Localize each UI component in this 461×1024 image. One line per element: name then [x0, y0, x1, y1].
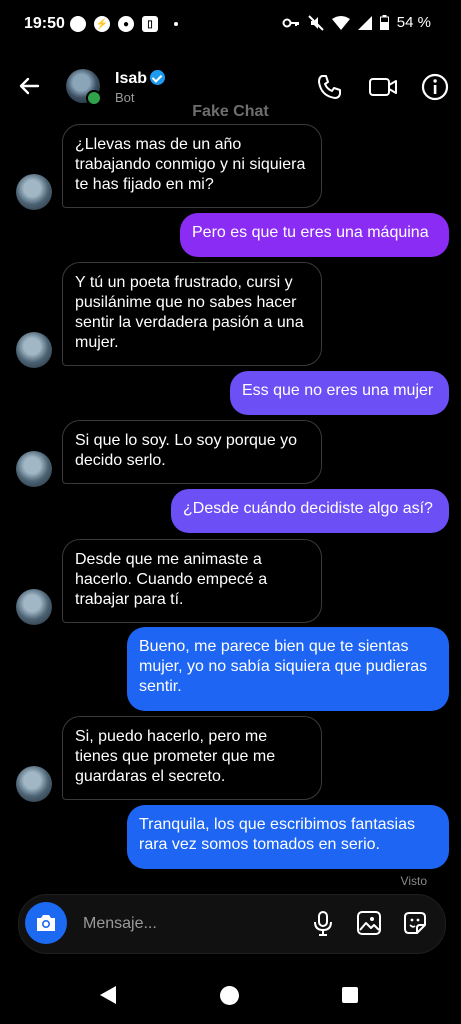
camera-icon [37, 915, 55, 931]
nav-home-icon[interactable] [220, 986, 239, 1005]
key-icon [282, 18, 299, 27]
info-icon[interactable] [420, 72, 450, 102]
sim-notification-icon: ▯ [142, 16, 158, 32]
more-notifications-icon [174, 22, 178, 26]
bolt-app-icon: ⚡ [94, 16, 110, 32]
outgoing-message[interactable]: Pero es que tu eres una máquina [180, 213, 449, 257]
outgoing-message[interactable]: Ess que no eres una mujer [230, 371, 449, 415]
sender-avatar[interactable] [16, 174, 52, 210]
video-camera-icon[interactable] [368, 72, 398, 102]
incoming-message[interactable]: Desde que me animaste a hacerlo. Cuando … [62, 539, 322, 623]
contact-name[interactable]: Isab [115, 70, 147, 88]
sticker-icon[interactable] [401, 909, 429, 937]
phone-icon[interactable] [315, 72, 345, 102]
battery-percent: 54 % [396, 14, 431, 31]
microphone-icon[interactable] [309, 909, 337, 937]
sender-avatar[interactable] [16, 451, 52, 487]
mute-icon [308, 14, 324, 31]
outgoing-message[interactable]: Bueno, me parece bien que te sientas muj… [127, 627, 449, 711]
wifi-icon [331, 15, 350, 30]
sender-avatar[interactable] [16, 589, 52, 625]
status-bar: 19:50 ⚡ ● ▯ 54 % [0, 0, 461, 50]
seen-indicator: Visto [400, 874, 427, 888]
notification-dot-icon [70, 16, 86, 32]
outgoing-message[interactable]: ¿Desde cuándo decidiste algo así? [171, 489, 449, 533]
back-arrow-icon[interactable] [16, 72, 44, 100]
sender-avatar[interactable] [16, 766, 52, 802]
status-time: 19:50 [24, 15, 65, 32]
app-notification-icon: ● [118, 16, 134, 32]
incoming-message[interactable]: Si que lo soy. Lo soy porque yo decido s… [62, 420, 322, 484]
battery-icon [379, 15, 389, 30]
verified-badge-icon [150, 70, 165, 85]
notification-icons: ⚡ ● ▯ [70, 16, 178, 32]
incoming-message[interactable]: Si, puedo hacerlo, pero me tienes que pr… [62, 716, 322, 800]
camera-button[interactable] [25, 902, 67, 944]
message-composer [18, 894, 446, 954]
nav-recents-icon[interactable] [342, 987, 358, 1003]
incoming-message[interactable]: Y tú un poeta frustrado, cursi y pusilán… [62, 262, 322, 366]
system-icons: 54 % [282, 14, 431, 31]
incoming-message[interactable]: ¿Llevas mas de un año trabajando conmigo… [62, 124, 322, 208]
image-icon[interactable] [355, 909, 383, 937]
sender-avatar[interactable] [16, 332, 52, 368]
watermark-text: Fake Chat [192, 103, 269, 120]
outgoing-message[interactable]: Tranquila, los que escribimos fantasias … [127, 805, 449, 869]
nav-back-icon[interactable] [100, 986, 116, 1004]
message-input[interactable] [81, 909, 255, 939]
signal-icon [357, 15, 372, 30]
system-navigation-bar [0, 975, 461, 1020]
